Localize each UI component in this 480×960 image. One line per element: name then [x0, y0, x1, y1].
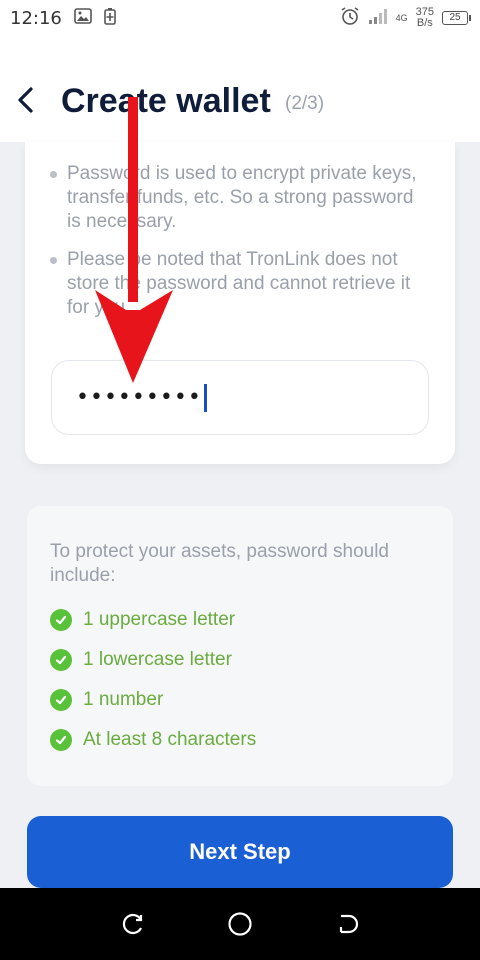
bullet-icon [50, 257, 57, 264]
info-note: Password is used to encrypt private keys… [50, 162, 427, 234]
page-header: Create wallet (2/3) [0, 36, 480, 142]
recent-apps-button[interactable] [113, 904, 153, 944]
gallery-icon [74, 7, 92, 29]
next-step-button[interactable]: Next Step [27, 816, 453, 888]
alarm-icon [340, 6, 360, 31]
requirement-item: 1 uppercase letter [50, 609, 235, 631]
recent-apps-icon [123, 913, 143, 935]
check-circle-icon [50, 689, 72, 711]
requirement-item: At least 8 characters [50, 729, 256, 751]
check-circle-icon [50, 729, 72, 751]
password-card: Password is used to encrypt private keys… [25, 142, 455, 464]
chevron-left-icon [18, 87, 33, 113]
password-value: ••••••••• [76, 385, 202, 410]
requirement-item: 1 lowercase letter [50, 649, 232, 671]
bullet-icon [50, 171, 57, 178]
page-title: Create wallet [61, 82, 271, 120]
password-requirements: To protect your assets, password should … [27, 506, 453, 786]
system-nav-bar [0, 888, 480, 960]
network-speed: 375 B/s [415, 6, 434, 29]
requirements-intro: To protect your assets, password should … [50, 541, 390, 586]
back-arrow-icon [339, 914, 358, 934]
status-bar: 12:16 4G 375 B/s 25 [0, 0, 480, 36]
status-time: 12:16 [10, 7, 62, 29]
back-button[interactable] [10, 80, 42, 120]
signal-icon [368, 8, 388, 29]
check-circle-icon [50, 609, 72, 631]
check-circle-icon [50, 649, 72, 671]
home-circle-icon [228, 912, 252, 936]
info-note: Please be noted that TronLink does not s… [50, 248, 427, 320]
home-button[interactable] [220, 904, 260, 944]
step-indicator: (2/3) [285, 93, 325, 114]
password-input[interactable]: ••••••••• [51, 360, 429, 435]
text-cursor [203, 383, 207, 412]
back-nav-button[interactable] [327, 904, 367, 944]
requirement-item: 1 number [50, 689, 163, 711]
network-type: 4G [395, 13, 408, 23]
battery-saver-icon [104, 7, 116, 30]
battery-level: 25 [442, 11, 471, 25]
